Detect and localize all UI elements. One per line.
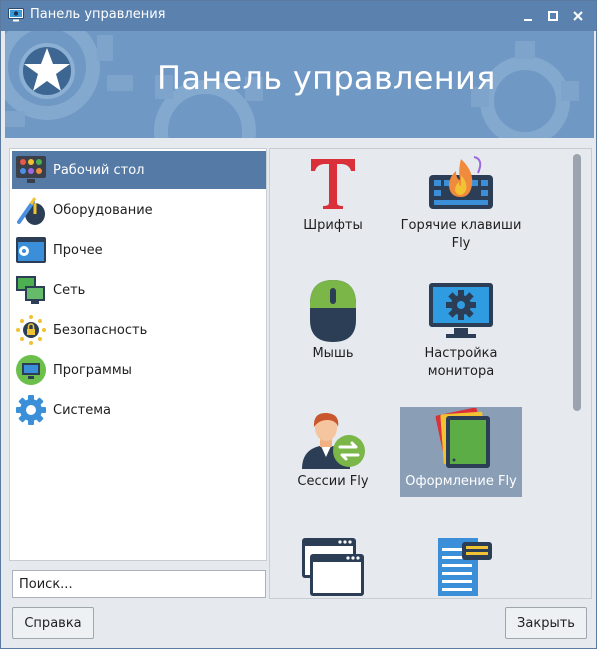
hotkeys-keyboard-icon [400, 151, 522, 215]
banner-title: Панель управления [157, 59, 496, 97]
category-item-programs[interactable]: Программы [12, 351, 266, 389]
tile-theme[interactable]: Оформление Fly [400, 407, 522, 497]
tile-mouse[interactable]: Мышь [272, 279, 394, 369]
sessions-user-icon [272, 407, 394, 471]
category-label: Безопасность [53, 322, 148, 338]
desktop-icon [13, 152, 49, 188]
tile-fonts[interactable]: Шрифты [272, 151, 394, 241]
close-icon [573, 11, 583, 21]
category-label: Оборудование [53, 202, 153, 218]
tile-label: Сессии Fly [297, 474, 369, 489]
app-monitor-icon [8, 8, 24, 22]
programs-icon [13, 352, 49, 388]
tile-sessions[interactable]: Сессии Fly [272, 407, 394, 497]
tile-label: Шрифты [303, 218, 363, 233]
fonts-icon [272, 151, 394, 215]
mouse-icon [272, 279, 394, 343]
hardware-icon [13, 192, 49, 228]
tile-windows[interactable] [272, 535, 394, 598]
tile-label: Оформление Fly [405, 474, 517, 489]
help-button[interactable]: Справка [12, 607, 94, 639]
category-label: Сеть [53, 282, 86, 298]
star-logo-icon [19, 43, 75, 99]
category-list: Рабочий стол Оборудование Прочее Сеть Бе… [9, 148, 267, 561]
category-item-network[interactable]: Сеть [12, 271, 266, 309]
theme-cards-icon [400, 407, 522, 471]
tile-monitor-settings[interactable]: Настройка монитора [400, 279, 522, 379]
category-label: Прочее [53, 242, 103, 258]
category-item-security[interactable]: Безопасность [12, 311, 266, 349]
category-item-system[interactable]: Система [12, 391, 266, 429]
tile-label: Настройка монитора [424, 346, 498, 379]
items-scrollbar[interactable] [573, 154, 581, 411]
category-label: Рабочий стол [53, 162, 145, 178]
title-bar[interactable]: Панель управления [1, 1, 596, 31]
maximize-icon [548, 11, 558, 21]
minimize-button[interactable] [518, 6, 538, 26]
category-item-other[interactable]: Прочее [12, 231, 266, 269]
window-title: Панель управления [30, 7, 166, 22]
tile-label: Горячие клавиши Fly [400, 218, 522, 251]
tile-document[interactable] [400, 535, 522, 598]
close-button[interactable]: Закрыть [505, 607, 587, 639]
category-item-desktop[interactable]: Рабочий стол [12, 151, 266, 189]
category-label: Система [53, 402, 112, 418]
header-banner: Панель управления [5, 31, 594, 138]
items-grid: Шрифты Горячие клавиши Fly Мышь Настройк… [269, 148, 592, 599]
control-panel-window: Панель управления Панель управления Рабо… [0, 0, 597, 649]
security-lock-icon [13, 312, 49, 348]
category-item-hardware[interactable]: Оборудование [12, 191, 266, 229]
network-icon [13, 272, 49, 308]
document-list-icon [400, 535, 522, 598]
tile-hotkeys[interactable]: Горячие клавиши Fly [400, 151, 522, 251]
search-input[interactable] [12, 570, 266, 598]
system-gear-icon [13, 392, 49, 428]
category-label: Программы [53, 362, 132, 378]
other-settings-icon [13, 232, 49, 268]
minimize-icon [524, 19, 532, 21]
tile-label: Мышь [312, 346, 354, 361]
windows-icon [272, 535, 394, 598]
monitor-settings-icon [400, 279, 522, 343]
close-window-button[interactable] [568, 6, 588, 26]
maximize-button[interactable] [543, 6, 563, 26]
